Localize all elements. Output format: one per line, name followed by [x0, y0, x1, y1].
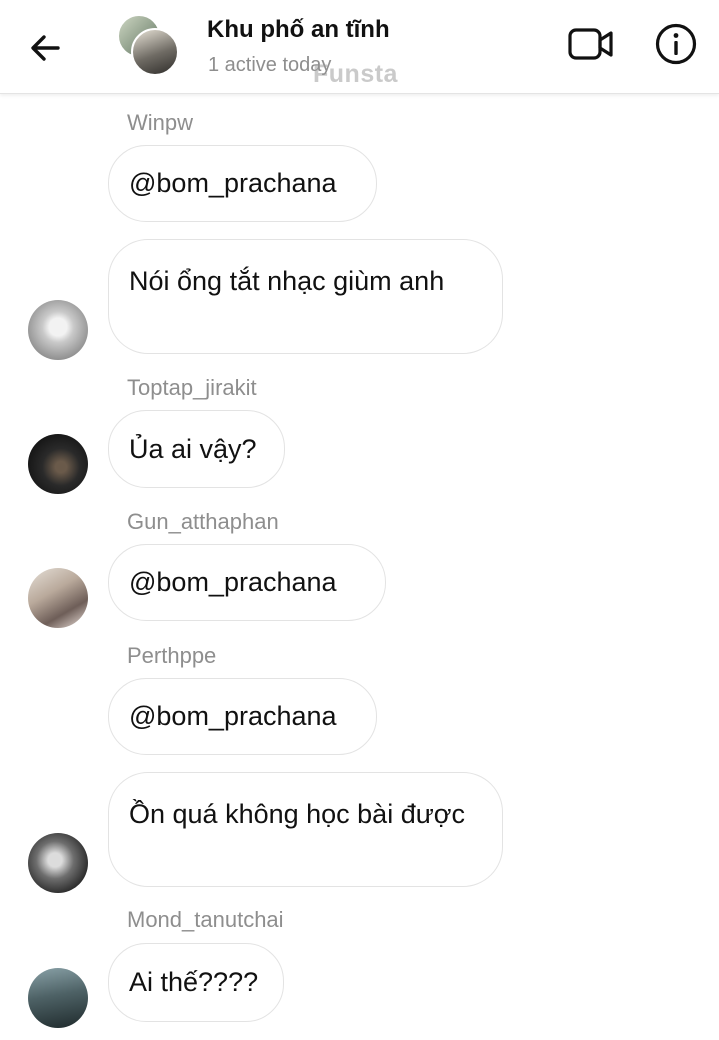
- avatar[interactable]: [28, 968, 88, 1028]
- avatar[interactable]: [28, 833, 88, 893]
- message-bubble[interactable]: @bom_prachana: [108, 544, 386, 621]
- sender-name: Gun_atthaphan: [127, 509, 279, 534]
- video-camera-icon: [568, 28, 613, 60]
- chat-title[interactable]: Khu phố an tĩnh: [207, 16, 390, 44]
- message-bubble[interactable]: Ồn quá không học bài được: [108, 772, 503, 887]
- message-bubble[interactable]: @bom_prachana: [108, 678, 377, 755]
- sender-name: Perthppe: [127, 643, 217, 668]
- info-icon: [655, 23, 697, 65]
- sender-name: Mond_tanutchai: [127, 907, 284, 932]
- message-bubble[interactable]: Ai thế????: [108, 943, 284, 1022]
- group-avatar-front: [131, 28, 179, 76]
- info-button[interactable]: [654, 22, 698, 66]
- group-avatar[interactable]: [117, 14, 179, 76]
- chat-header: Khu phố an tĩnh 1 active today Funsta: [0, 0, 719, 94]
- message-bubble[interactable]: Ủa ai vậy?: [108, 410, 285, 488]
- avatar[interactable]: [28, 568, 88, 628]
- sender-name: Winpw: [127, 110, 194, 135]
- arrow-left-icon: [31, 35, 60, 61]
- video-call-button[interactable]: [567, 24, 615, 64]
- avatar[interactable]: [28, 300, 88, 360]
- back-button[interactable]: [26, 28, 66, 68]
- message-bubble[interactable]: Nói ổng tắt nhạc giùm anh: [108, 239, 503, 354]
- sender-name: Toptap_jirakit: [127, 375, 257, 400]
- watermark: Funsta: [313, 60, 398, 88]
- avatar[interactable]: [28, 434, 88, 494]
- message-bubble[interactable]: @bom_prachana: [108, 145, 377, 222]
